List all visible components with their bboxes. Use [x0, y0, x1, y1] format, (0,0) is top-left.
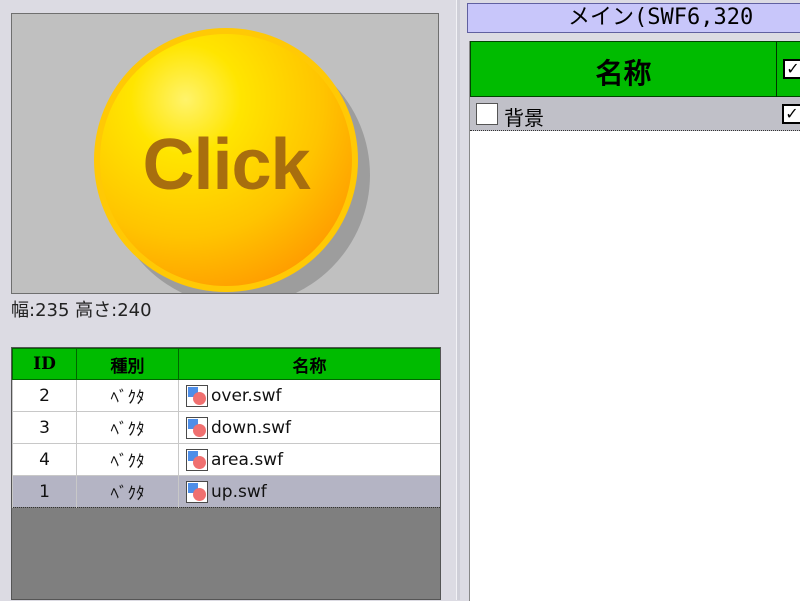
asset-type: ﾍﾞｸﾀ [76, 443, 179, 476]
asset-row[interactable]: 4 ﾍﾞｸﾀ area.swf [12, 443, 440, 476]
asset-id: 2 [12, 379, 77, 412]
layer-visibility-checkbox[interactable]: ✓ [782, 104, 800, 124]
pane-splitter[interactable] [456, 0, 460, 600]
asset-type: ﾍﾞｸﾀ [76, 411, 179, 444]
button-label: Click [142, 125, 310, 205]
click-button-graphic[interactable]: Click [94, 28, 358, 292]
asset-type: ﾍﾞｸﾀ [76, 379, 179, 412]
asset-row[interactable]: 2 ﾍﾞｸﾀ over.swf [12, 379, 440, 412]
column-header-id[interactable]: ID [12, 348, 77, 380]
asset-list-panel: ID 種別 名称 2 ﾍﾞｸﾀ over.swf 3 ﾍﾞｸﾀ down.swf… [11, 347, 441, 600]
asset-id: 4 [12, 443, 77, 476]
scene-title-bar[interactable]: メイン(SWF6,320 [467, 3, 800, 33]
asset-name-cell: area.swf [178, 443, 440, 476]
layer-panel: 名称 ✓ 背景 ✓ [469, 41, 800, 601]
asset-name-cell: down.swf [178, 411, 440, 444]
column-header-type[interactable]: 種別 [76, 348, 179, 380]
symbol-size-info: 幅:235 高さ:240 [11, 300, 152, 321]
asset-id: 1 [12, 475, 77, 508]
asset-table-header: ID 種別 名称 [12, 348, 440, 380]
asset-row[interactable]: 3 ﾍﾞｸﾀ down.swf [12, 411, 440, 444]
asset-name: down.swf [211, 417, 292, 438]
layer-header: 名称 ✓ [470, 41, 800, 98]
asset-id: 3 [12, 411, 77, 444]
swf-file-icon [186, 448, 208, 471]
swf-file-icon [186, 416, 208, 439]
swf-file-icon [186, 384, 208, 407]
asset-name-cell: up.swf [178, 475, 440, 508]
layer-row[interactable]: 背景 ✓ [470, 97, 800, 131]
layer-name: 背景 [504, 106, 544, 130]
column-header-name[interactable]: 名称 [178, 348, 440, 380]
header-separator [776, 42, 777, 98]
symbol-preview: Click [11, 13, 439, 294]
asset-name: area.swf [211, 449, 284, 470]
layer-column-header-name[interactable]: 名称 [471, 52, 776, 92]
asset-table: ID 種別 名称 2 ﾍﾞｸﾀ over.swf 3 ﾍﾞｸﾀ down.swf… [12, 348, 440, 508]
swf-file-icon [186, 480, 208, 503]
asset-type: ﾍﾞｸﾀ [76, 475, 179, 508]
asset-row-selected[interactable]: 1 ﾍﾞｸﾀ up.swf [12, 475, 440, 508]
checkmark-icon: ✓ [785, 104, 799, 123]
header-visibility-checkbox[interactable]: ✓ [783, 59, 800, 79]
asset-name-cell: over.swf [178, 379, 440, 412]
checkmark-icon: ✓ [786, 59, 800, 78]
asset-name: over.swf [211, 385, 282, 406]
asset-name: up.swf [211, 481, 267, 502]
layer-select-checkbox[interactable] [476, 103, 498, 125]
